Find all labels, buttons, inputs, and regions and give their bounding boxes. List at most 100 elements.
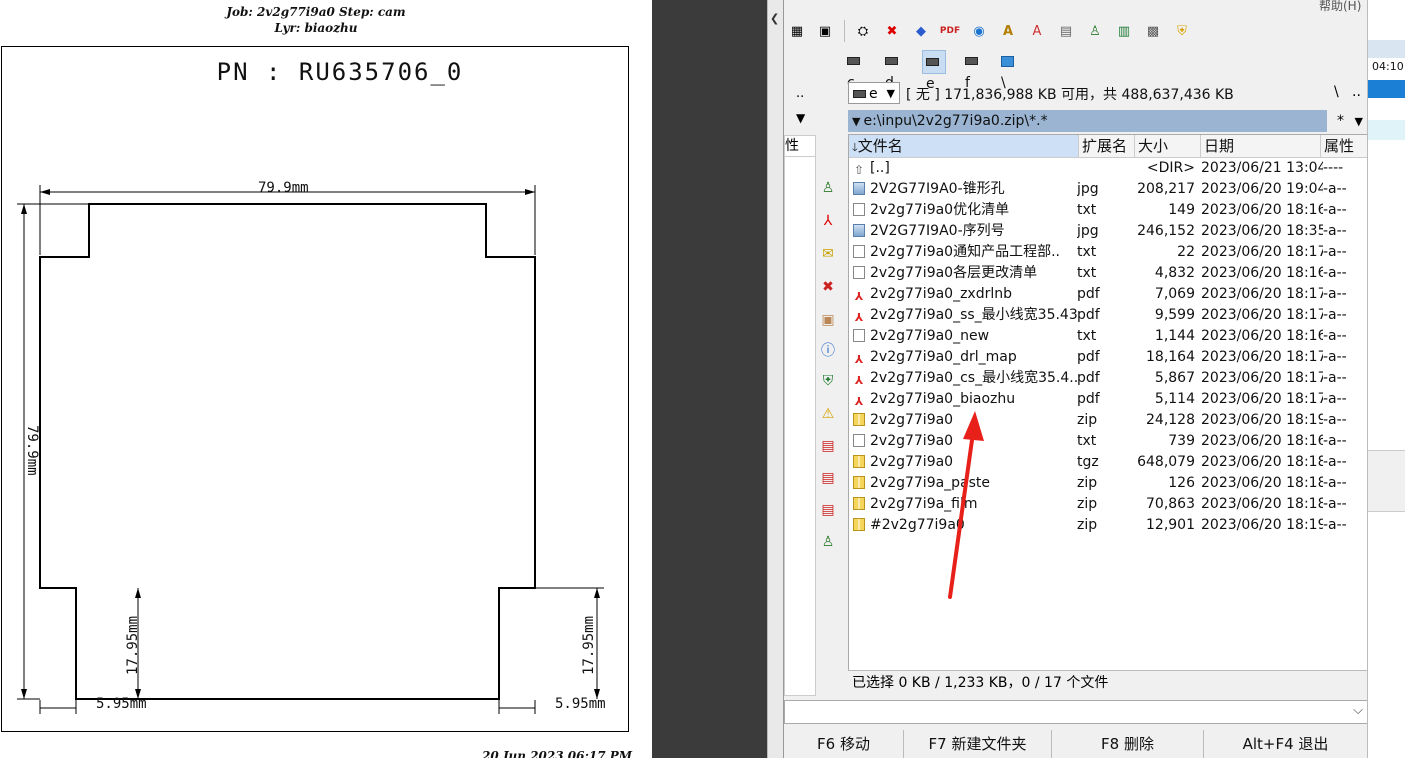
delete-icon[interactable]: ✖ xyxy=(883,22,901,40)
left-panel-dropdown-icon[interactable]: ▼ xyxy=(796,111,805,125)
info-icon[interactable]: ⓘ xyxy=(818,340,838,360)
parent-button[interactable]: .. xyxy=(1352,84,1361,100)
file-date: 2023/06/20 18:17 xyxy=(1201,286,1323,302)
file-row[interactable]: 2v2g77i9a0 zip 24,128 2023/06/20 18:19 -a-- xyxy=(849,410,1367,431)
file-row[interactable]: 2v2g77i9a_paste zip 126 2023/06/20 18:18 -a-… xyxy=(849,473,1367,494)
command-line[interactable]: ⌵ xyxy=(784,700,1368,724)
file-date: 2023/06/20 18:16 xyxy=(1201,265,1323,281)
root-button[interactable]: \ xyxy=(1334,84,1339,100)
col-size[interactable]: 大小 xyxy=(1135,135,1201,157)
file-row[interactable]: 2v2g77i9a0 txt 739 2023/06/20 18:16 -a-- xyxy=(849,431,1367,452)
file-row[interactable]: 2v2g77i9a0_new txt 1,144 2023/06/20 18:16 -a… xyxy=(849,326,1367,347)
pdf-icon[interactable]: PDF xyxy=(940,22,960,40)
pack-icon[interactable]: ▣ xyxy=(816,22,834,40)
col-date[interactable]: 日期 xyxy=(1201,135,1321,157)
fkey-button[interactable]: F8 删除 xyxy=(1052,730,1204,758)
left-panel-list[interactable] xyxy=(784,156,816,696)
file-row[interactable]: 2v2g77i9a0优化清单 txt 149 2023/06/20 18:16 -a-- xyxy=(849,200,1367,221)
warning-icon[interactable]: ⚠ xyxy=(818,404,838,424)
file-row[interactable]: ⅄ 2v2g77i9a0_ss_最小线宽35.43.. pdf 9,599 2023/0… xyxy=(849,305,1367,326)
pdf-icon[interactable]: ▤ xyxy=(818,468,838,488)
drive-button[interactable]: f xyxy=(962,50,984,91)
file-ext: zip xyxy=(1077,517,1098,533)
file-date: 2023/06/20 18:18 xyxy=(1201,454,1323,470)
file-row[interactable]: ⇧ [..] <DIR> 2023/06/21 13:04 ---- xyxy=(849,158,1367,179)
user-icon[interactable]: ♙ xyxy=(818,178,838,198)
scroll-up-icon[interactable]: ❮ xyxy=(770,12,779,25)
pdf-icon[interactable]: ⅄ xyxy=(818,211,838,231)
filter-dropdown[interactable]: * ▼ xyxy=(1332,110,1368,132)
pdf-icon[interactable]: ▤ xyxy=(818,436,838,456)
remove-icon[interactable]: ✖ xyxy=(818,277,838,297)
file-row[interactable]: #2v2g77i9a0 zip 12,901 2023/06/20 18:19 -a-- xyxy=(849,515,1367,536)
drive-button[interactable]: d xyxy=(882,50,904,91)
col-ext[interactable]: 扩展名 xyxy=(1079,135,1135,157)
file-list-panel[interactable]: 🡓文件名 扩展名 大小 日期 属性 ⇧ [..] <DIR> 2023/06/21 1… xyxy=(848,134,1368,694)
file-attr: -a-- xyxy=(1323,244,1347,260)
free-space-info: [ 无 ] 171,836,988 KB 可用，共 488,637,436 KB xyxy=(906,87,1234,103)
file-ext: pdf xyxy=(1077,370,1100,386)
excel-icon[interactable]: ▥ xyxy=(1115,22,1133,40)
font2-icon[interactable]: A xyxy=(1028,22,1046,40)
file-name-text: 2v2g77i9a0_zxdrlnb xyxy=(870,286,1013,302)
red-arrow-annotation xyxy=(948,411,984,599)
left-panel-up[interactable]: .. xyxy=(796,86,804,101)
file-date: 2023/06/20 18:17 xyxy=(1201,391,1323,407)
col-name[interactable]: 🡓文件名 xyxy=(849,135,1079,157)
file-row[interactable]: 2v2g77i9a0 tgz 648,079 2023/06/20 18:18 -a-- xyxy=(849,452,1367,473)
pdf-icon[interactable]: ▤ xyxy=(818,500,838,520)
file-ext: zip xyxy=(1077,412,1098,428)
sync-icon[interactable]: ◉ xyxy=(970,22,988,40)
file-row[interactable]: ⅄ 2v2g77i9a0_biaozhu pdf 5,114 2023/06/20 18… xyxy=(849,389,1367,410)
drive-select[interactable]: e ▼ xyxy=(848,82,900,104)
current-path[interactable]: ▼ e:\inpu\2v2g77i9a0.zip\*.* xyxy=(848,110,1327,132)
selected-row[interactable] xyxy=(1368,80,1405,98)
shield-icon[interactable]: ⛨ xyxy=(1173,22,1191,40)
net-icon[interactable]: ⛭ xyxy=(854,22,872,40)
file-row[interactable]: ⅄ 2v2g77i9a0_drl_map pdf 18,164 2023/06/20 1… xyxy=(849,347,1367,368)
file-date: 2023/06/20 18:17 xyxy=(1201,349,1323,365)
chevron-down-icon[interactable]: ⌵ xyxy=(1353,703,1363,718)
status-bar: 已选择 0 KB / 1,233 KB，0 / 17 个文件 xyxy=(848,670,1368,694)
menu-help[interactable]: 帮助(H) xyxy=(1319,0,1361,14)
left-panel-attr-header[interactable]: 性 xyxy=(784,135,816,157)
fkey-button[interactable]: F7 新建文件夹 xyxy=(904,730,1052,758)
shield-icon[interactable]: ⛨ xyxy=(818,371,838,391)
tree-icon[interactable]: ▦ xyxy=(788,22,806,40)
file-name-text: 2v2g77i9a0_drl_map xyxy=(870,349,1017,365)
file-row[interactable]: 2v2g77i9a_film zip 70,863 2023/06/20 18:18-… xyxy=(849,494,1367,515)
scroll-strip[interactable]: ❮ xyxy=(767,0,784,758)
file-row[interactable]: ⅄ 2v2g77i9a0_cs_最小线宽35.4.. pdf 5,867 2023/06… xyxy=(849,368,1367,389)
settings-icon[interactable]: ▩ xyxy=(1144,22,1162,40)
file-date: 2023/06/20 18:19 xyxy=(1201,412,1323,428)
doc-icon[interactable]: ▤ xyxy=(1057,22,1075,40)
col-attr[interactable]: 属性 xyxy=(1321,135,1367,157)
user-icon[interactable]: ♙ xyxy=(1086,22,1104,40)
file-size: 149 xyxy=(1168,202,1195,218)
file-name-text: 2v2g77i9a0_cs_最小线宽35.4.. xyxy=(870,370,1079,386)
image-icon[interactable]: ▣ xyxy=(818,310,838,330)
chevron-down-icon: ▼ xyxy=(1354,115,1363,128)
font-icon[interactable]: A xyxy=(999,22,1017,40)
drive-button[interactable]: \ xyxy=(998,50,1020,91)
drive-button[interactable]: c xyxy=(844,50,866,91)
file-name-text: 2v2g77i9a0_new xyxy=(870,328,990,344)
fkey-button[interactable]: Alt+F4 退出 xyxy=(1204,730,1368,758)
user-icon[interactable]: ♙ xyxy=(818,532,838,552)
file-size: 5,867 xyxy=(1154,370,1195,386)
fkey-button[interactable]: F6 移动 xyxy=(784,730,904,758)
current-path-text: e:\inpu\2v2g77i9a0.zip\*.* xyxy=(863,113,1048,129)
drive-button[interactable]: e xyxy=(922,50,946,92)
mail-icon[interactable]: ✉ xyxy=(818,244,838,264)
text-file-icon xyxy=(853,266,865,279)
file-row[interactable]: 2v2g77i9a0通知产品工程部.. txt 22 2023/06/20 18:17… xyxy=(849,242,1367,263)
file-row[interactable]: 2V2G77I9A0-序列号 jpg 246,152 2023/06/20 18:35… xyxy=(849,221,1367,242)
file-size: 24,128 xyxy=(1146,412,1195,428)
archive-file-icon xyxy=(853,518,865,531)
window-gap xyxy=(652,0,767,758)
cube-icon[interactable]: ◆ xyxy=(912,22,930,40)
file-row[interactable]: ⅄ 2v2g77i9a0_zxdrlnb pdf 7,069 2023/06/20 18… xyxy=(849,284,1367,305)
file-row[interactable]: 2v2g77i9a0各层更改清单 txt 4,832 2023/06/20 18:16… xyxy=(849,263,1367,284)
file-row[interactable]: 2V2G77I9A0-锥形孔 jpg 208,217 2023/06/20 19:04… xyxy=(849,179,1367,200)
file-name: 2v2g77i9a0_new xyxy=(853,326,1079,347)
